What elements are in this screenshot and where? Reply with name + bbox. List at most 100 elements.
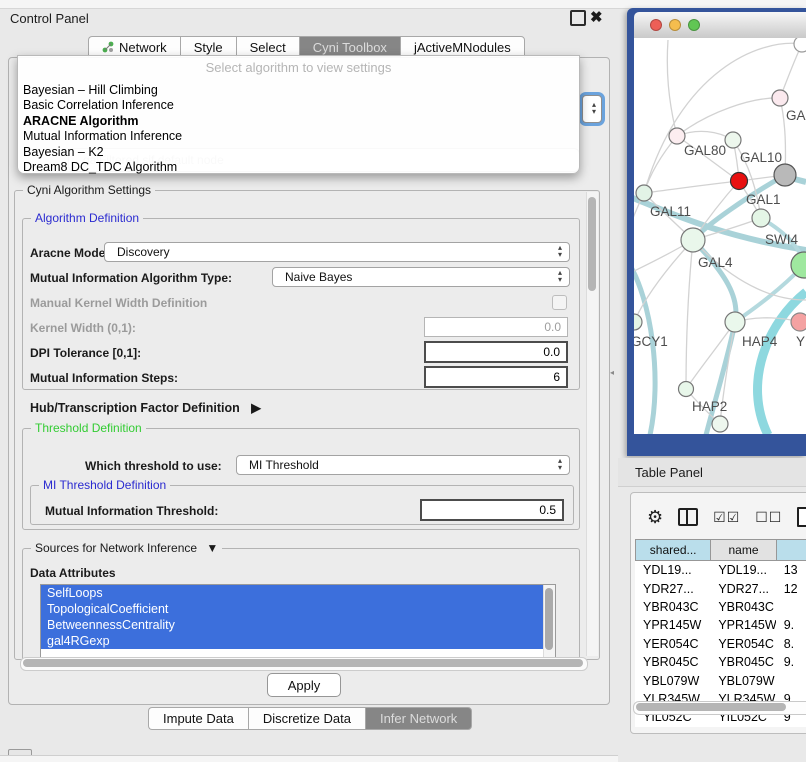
tab-discretize-data[interactable]: Discretize Data — [248, 707, 365, 730]
algorithm-dropdown-popup: Select algorithm to view settings Bayesi… — [17, 55, 580, 174]
algorithm-option[interactable]: ARACNE Algorithm — [23, 113, 574, 129]
focused-stepper[interactable]: ▴▾ — [582, 95, 602, 123]
network-edge[interactable] — [677, 98, 780, 136]
tab-impute-data[interactable]: Impute Data — [148, 707, 248, 730]
hub-definition-toggle[interactable]: Hub/Transcription Factor Definition ▶ — [30, 400, 261, 415]
settings-hscrollbar-thumb[interactable] — [23, 659, 583, 667]
column-header-clipped[interactable] — [776, 539, 806, 561]
zoom-window-button[interactable] — [688, 19, 700, 31]
settings-scrollbar-thumb[interactable] — [588, 197, 596, 291]
stepper-icon[interactable]: ▴▾ — [558, 244, 562, 258]
column-header-shared...[interactable]: shared... — [635, 539, 710, 561]
network-edge[interactable] — [686, 240, 693, 389]
table-row[interactable]: YBL079WYBL079W — [635, 671, 806, 689]
table-cell: YBL079W — [635, 674, 710, 688]
stepper-icon[interactable]: ▴▾ — [558, 457, 562, 471]
table-row[interactable]: YDR27...YDR27...12 — [635, 579, 806, 597]
algorithm-option[interactable]: Basic Correlation Inference — [23, 98, 574, 114]
algorithm-option[interactable]: Bayesian – Hill Climbing — [23, 82, 574, 98]
network-node-hap4[interactable] — [725, 312, 745, 332]
settings-scrollbar[interactable] — [586, 192, 598, 656]
apply-button[interactable]: Apply — [267, 673, 341, 697]
table-row[interactable]: YER054CYER054C8. — [635, 635, 806, 653]
data-attributes-list[interactable]: SelfLoopsTopologicalCoefficientBetweenne… — [40, 584, 556, 658]
network-node[interactable] — [774, 164, 796, 186]
aracne-mode-value: Discovery — [117, 245, 170, 259]
mi-steps-field[interactable]: 6 — [424, 366, 568, 388]
table-cell: YER054C — [635, 637, 710, 651]
network-node-label: GAL11 — [650, 204, 691, 219]
network-node-gal[interactable] — [772, 90, 788, 106]
hub-definition-label: Hub/Transcription Factor Definition — [30, 401, 240, 415]
close-window-button[interactable] — [650, 19, 662, 31]
network-edge[interactable] — [644, 136, 677, 193]
network-edge[interactable] — [644, 181, 739, 193]
table-row[interactable]: YPR145WYPR145W9. — [635, 616, 806, 634]
network-edge[interactable] — [780, 44, 802, 98]
expand-arrow-icon[interactable]: ▼ — [206, 541, 218, 555]
table-row[interactable]: YBR045CYBR045C9. — [635, 653, 806, 671]
threshold-definition-title: Threshold Definition — [31, 421, 146, 435]
table-cell: YBR043C — [635, 600, 710, 614]
network-edge[interactable] — [634, 240, 693, 322]
document-icon[interactable] — [797, 507, 806, 527]
network-node[interactable] — [794, 38, 806, 52]
network-node-hap2[interactable] — [679, 382, 694, 397]
network-node-label: GCY1 — [634, 334, 668, 349]
network-node-gal80[interactable] — [669, 128, 685, 144]
algorithm-option[interactable]: Mutual Information Inference — [23, 129, 574, 145]
table-cell: YBR043C — [710, 600, 775, 614]
network-node-gal1[interactable] — [731, 173, 748, 190]
dpi-tolerance-field[interactable]: 0.0 — [424, 341, 568, 363]
stepper-icon[interactable]: ▴▾ — [558, 269, 562, 283]
data-attribute-item[interactable]: gal4RGexp — [41, 633, 543, 649]
collapsed-arrow-icon[interactable]: ▶ — [251, 401, 261, 415]
network-node-y[interactable] — [791, 313, 806, 331]
table-row[interactable]: YDL19...YDL19...13 — [635, 561, 806, 579]
manual-kernel-checkbox[interactable] — [552, 295, 567, 310]
mi-type-select[interactable]: Naive Bayes ▴▾ — [272, 267, 570, 287]
table-hscrollbar[interactable] — [633, 701, 806, 715]
network-node-gal11[interactable] — [636, 185, 652, 201]
column-view-icon[interactable] — [678, 508, 698, 526]
kernel-width-field[interactable]: 0.0 — [424, 317, 568, 337]
network-node-gcy1[interactable] — [634, 314, 642, 330]
network-node-swi4[interactable] — [752, 209, 770, 227]
attributes-scrollbar[interactable] — [543, 585, 555, 657]
manual-kernel-label: Manual Kernel Width Definition — [30, 296, 207, 310]
network-node[interactable] — [712, 416, 728, 432]
checked-pair-icon[interactable]: ☑☑ — [713, 509, 740, 526]
table-row[interactable]: YBR043CYBR043C — [635, 598, 806, 616]
network-node-gal10[interactable] — [725, 132, 741, 148]
data-attribute-item[interactable]: TopologicalCoefficient — [41, 601, 543, 617]
tab-label: Select — [250, 40, 286, 55]
mi-threshold-field[interactable]: 0.5 — [420, 499, 564, 521]
unchecked-pair-icon[interactable]: ☐☐ — [755, 509, 782, 526]
table-panel-title: Table Panel — [635, 465, 703, 480]
data-attribute-item[interactable]: SelfLoops — [41, 585, 543, 601]
network-canvas[interactable]: GALGAL80GAL10GAL1GAL11SWI4GAL4GCY1HAP4YH… — [634, 38, 806, 434]
close-panel-icon[interactable]: ✖ — [590, 8, 603, 26]
settings-hscrollbar[interactable] — [20, 657, 588, 671]
column-header-name[interactable]: name — [710, 539, 775, 561]
algorithm-option[interactable]: Dream8 DC_TDC Algorithm — [23, 160, 574, 176]
application-screen: Control Panel ✖ NetworkStyleSelectCyni T… — [0, 0, 806, 762]
network-window-titlebar[interactable] — [634, 12, 806, 39]
table-hscrollbar-thumb[interactable] — [636, 703, 786, 711]
settings-group-title: Cyni Algorithm Settings — [23, 183, 155, 197]
bottom-tabs: Impute DataDiscretize DataInfer Network — [148, 707, 472, 730]
tab-infer-network[interactable]: Infer Network — [365, 707, 472, 730]
table-cell: YBR045C — [710, 655, 775, 669]
data-attribute-item[interactable]: BetweennessCentrality — [41, 617, 543, 633]
attributes-scrollbar-thumb[interactable] — [545, 588, 553, 650]
network-node-gal4[interactable] — [681, 228, 705, 252]
table-cell: YBR045C — [635, 655, 710, 669]
which-threshold-select[interactable]: MI Threshold ▴▾ — [236, 455, 570, 475]
algorithm-option[interactable]: Bayesian – K2 — [23, 144, 574, 160]
mi-threshold-title: MI Threshold Definition — [39, 478, 170, 492]
splitter-handle[interactable]: ◂ — [610, 368, 617, 378]
minimize-window-button[interactable] — [669, 19, 681, 31]
gear-icon[interactable]: ⚙ — [647, 508, 663, 526]
aracne-mode-select[interactable]: Discovery ▴▾ — [104, 242, 570, 262]
float-panel-button[interactable] — [570, 10, 586, 26]
